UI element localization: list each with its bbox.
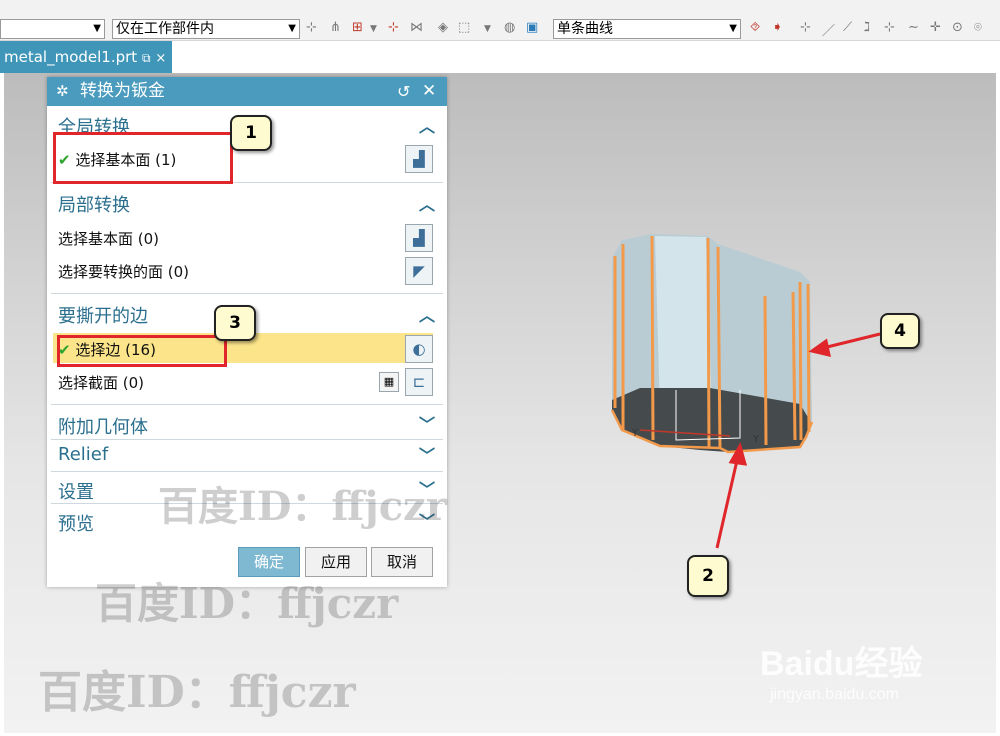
chevron-up-icon[interactable]: ︿: [419, 302, 435, 326]
arrow-head-icon: [808, 338, 831, 358]
rip-edge: [706, 237, 711, 449]
select-edge-button[interactable]: ◐: [405, 335, 433, 363]
rip-edge: [806, 283, 811, 433]
model-wall-light-face: [655, 236, 712, 412]
callout-2: 2: [687, 555, 729, 597]
rip-edge: [791, 291, 797, 441]
baidu-logo: Baidu经验: [760, 645, 923, 683]
section-settings-header[interactable]: 设置: [58, 478, 94, 504]
callout-4: 4: [880, 313, 920, 349]
divider: [51, 471, 443, 472]
rip-edge: [798, 281, 803, 441]
sketch-section-button[interactable]: ▦: [379, 372, 399, 392]
divider: [51, 404, 443, 405]
select-section-row[interactable]: 选择截面 (0): [58, 372, 144, 393]
divider: [51, 439, 443, 440]
rip-edge: [650, 235, 655, 441]
section-rip-edges-header[interactable]: 要撕开的边: [58, 302, 148, 328]
callout-1: 1: [230, 115, 272, 151]
select-base-face-local-row[interactable]: 选择基本面 (0): [58, 228, 159, 249]
select-faces-to-convert-row[interactable]: 选择要转换的面 (0): [58, 261, 189, 282]
divider: [51, 293, 443, 294]
callout-2-arrow: [715, 455, 740, 549]
dialog-titlebar: ✲ 转换为钣金 ↺ ✕: [47, 77, 447, 106]
chevron-up-icon[interactable]: ︿: [419, 191, 435, 215]
section-preview-header[interactable]: 预览: [58, 510, 94, 536]
watermark: 百度ID：ffjczr: [95, 579, 399, 628]
rip-edge: [763, 295, 768, 446]
chevron-down-icon[interactable]: ﹀: [419, 411, 435, 435]
chevron-down-icon[interactable]: ﹀: [419, 442, 435, 466]
select-face-button[interactable]: ▟: [405, 145, 433, 173]
section-relief-header[interactable]: Relief: [58, 444, 108, 465]
select-section-button[interactable]: ⊏: [405, 368, 433, 396]
select-face-button[interactable]: ▟: [405, 224, 433, 252]
section-extra-geometry-header[interactable]: 附加几何体: [58, 413, 148, 439]
reset-icon[interactable]: ↺: [397, 77, 410, 106]
annotation-box-edges: [57, 335, 227, 367]
close-icon[interactable]: ✕: [422, 77, 436, 106]
watermark: 百度ID：ffjczr: [38, 667, 356, 718]
select-convert-face-button[interactable]: ◤: [405, 257, 433, 285]
callout-3: 3: [214, 305, 256, 341]
rip-edge: [716, 246, 722, 449]
sheet-metal-model: Y Y: [610, 234, 814, 454]
dialog-title: 转换为钣金: [80, 81, 165, 101]
gear-icon: ✲: [56, 82, 69, 100]
chevron-up-icon[interactable]: ︿: [419, 113, 435, 137]
annotation-box-base-face: [53, 132, 233, 184]
baidu-url: jingyan.baidu.com: [770, 686, 899, 703]
callout-4-arrow: [822, 332, 881, 350]
svg-text:Y: Y: [752, 434, 760, 445]
section-local-header[interactable]: 局部转换: [58, 191, 130, 217]
watermark: 百度ID：ffjczr: [158, 483, 447, 530]
svg-text:Y: Y: [631, 428, 639, 439]
